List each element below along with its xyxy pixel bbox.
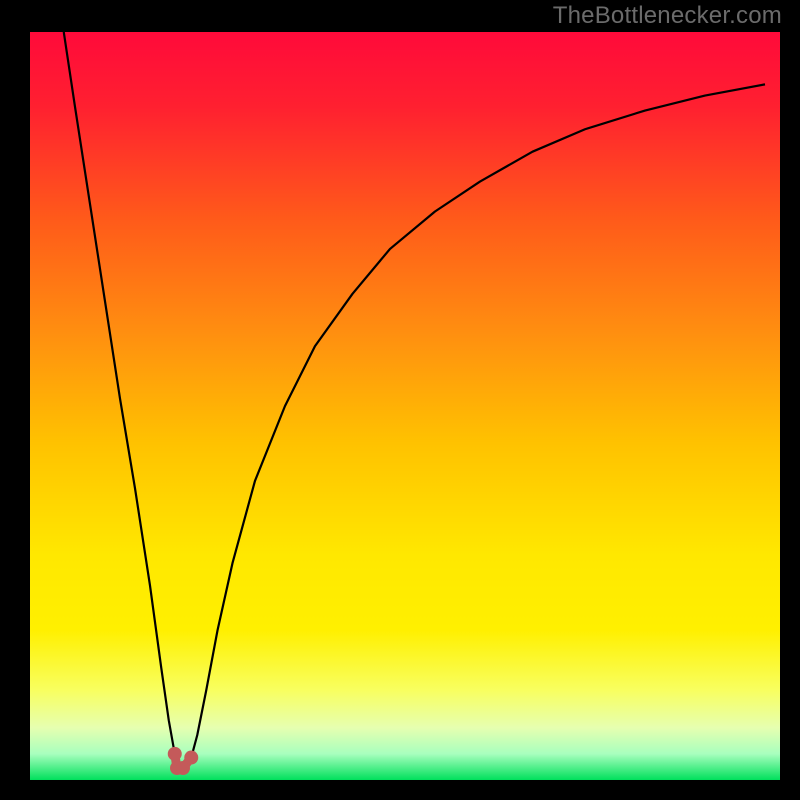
marker-min-left (168, 747, 182, 761)
plot-area (30, 32, 780, 780)
gradient-background (30, 32, 780, 780)
marker-min-right (184, 751, 198, 765)
outer-frame: TheBottlenecker.com (0, 0, 800, 800)
chart-svg (30, 32, 780, 780)
watermark-text: TheBottlenecker.com (553, 2, 782, 30)
